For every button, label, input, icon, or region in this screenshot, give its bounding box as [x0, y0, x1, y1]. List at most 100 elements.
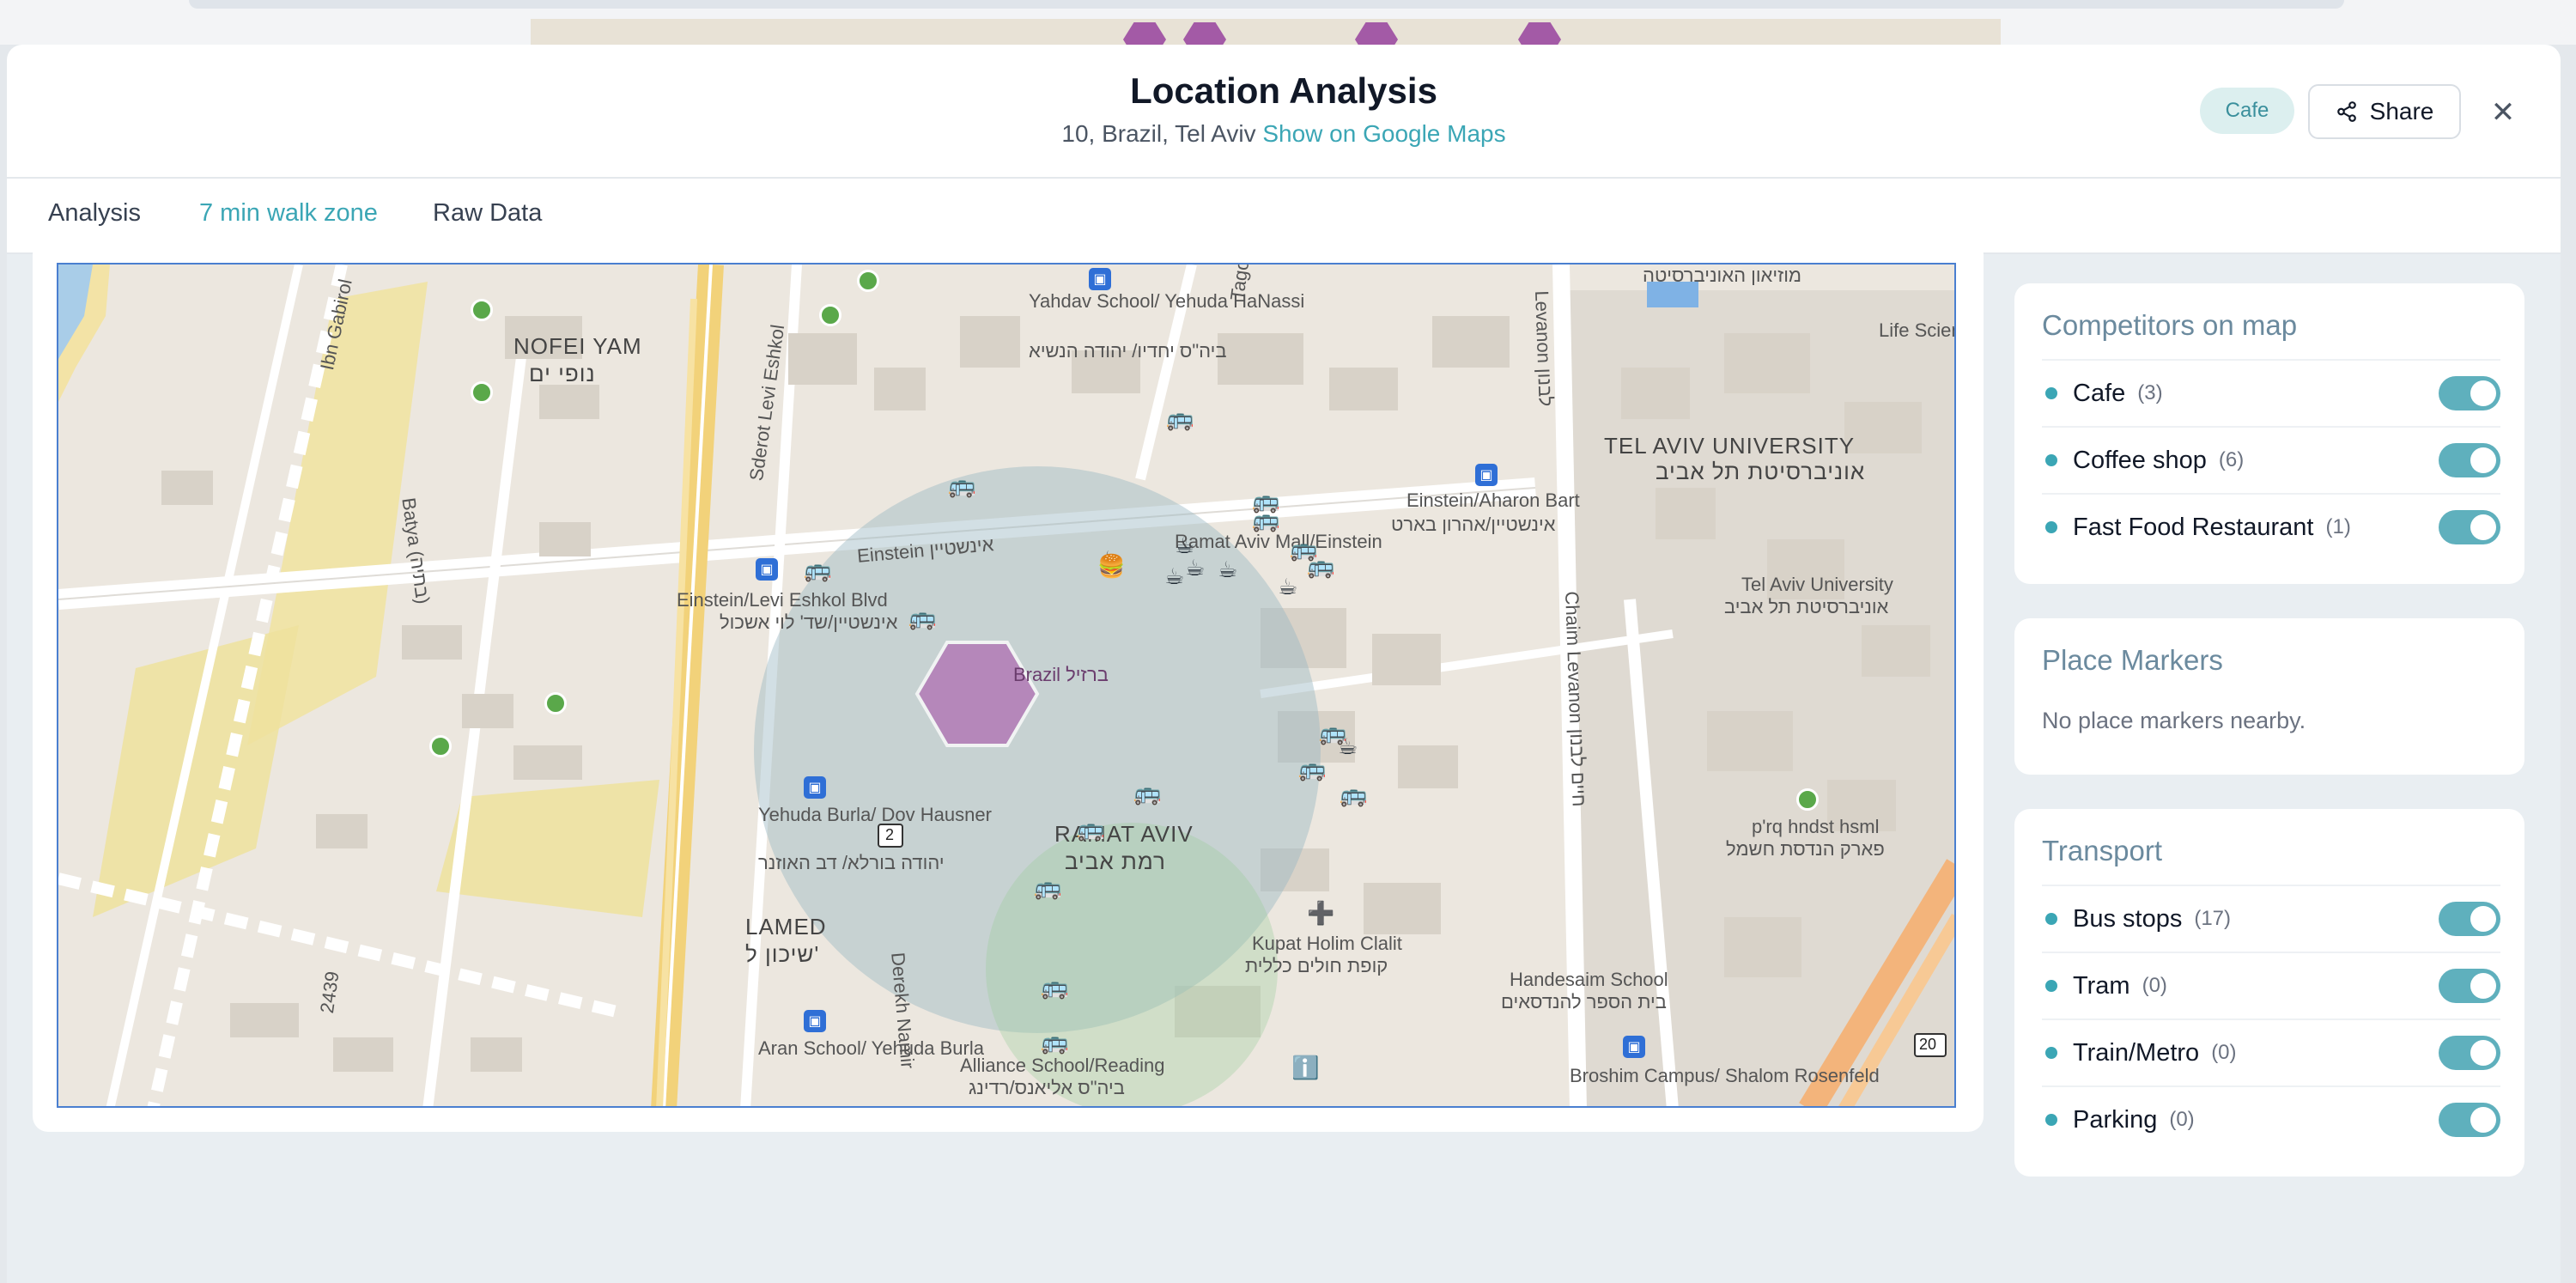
background-hex — [1123, 22, 1166, 45]
tram-toggle[interactable] — [2439, 969, 2500, 1003]
map-label-einstein-aharon-he: אינשטיין/אהרון בארט — [1391, 514, 1556, 535]
competitor-label: Fast Food Restaurant — [2073, 513, 2314, 541]
close-icon: ✕ — [2490, 96, 2516, 129]
coffee-shop-marker[interactable]: ☕ — [1164, 563, 1184, 590]
map-label-nofei-yam: NOFEI YAM — [513, 333, 642, 359]
place-markers-panel: Place Markers No place markers nearby. — [2014, 618, 2524, 775]
legend-dot — [2045, 387, 2057, 399]
map-label-handesaim: Handesaim School — [1510, 969, 1668, 990]
park-icon — [471, 381, 493, 404]
bus-stop-icon[interactable]: ▣ — [804, 1010, 826, 1032]
address-line: 10, Brazil, Tel Aviv Show on Google Maps — [7, 120, 2561, 148]
map-label-broshim: Broshim Campus/ Shalom Rosenfeld — [1570, 1065, 1880, 1086]
bus-stop-icon[interactable]: ▣ — [756, 558, 778, 581]
bus-marker[interactable]: 🚌 — [1298, 756, 1326, 782]
coffee-shop-toggle[interactable] — [2439, 443, 2500, 477]
competitor-row-cafe: Cafe (3) — [2042, 359, 2500, 426]
map-label-tau: TEL AVIV UNIVERSITY — [1604, 433, 1856, 459]
map-canvas — [58, 265, 1954, 1106]
legend-dot — [2045, 1114, 2057, 1126]
cafe-marker[interactable]: ☕ — [1278, 574, 1297, 600]
map-label-handesaim-he: בית הספר להנדסאים — [1501, 991, 1667, 1012]
competitor-row-coffee-shop: Coffee shop (6) — [2042, 426, 2500, 493]
transport-row-parking: Parking (0) — [2042, 1085, 2500, 1152]
background-map — [531, 19, 2001, 45]
background-hex — [1518, 22, 1561, 45]
map-label-alliance: Alliance School/Reading — [960, 1055, 1165, 1076]
coffee-shop-marker[interactable]: ☕ — [1185, 555, 1205, 581]
bus-marker[interactable]: 🚌 — [1041, 1029, 1068, 1055]
bus-marker[interactable]: 🚌 — [1252, 507, 1279, 533]
map-label-ramat-aviv: RAMAT AVIV — [1054, 821, 1194, 847]
map-label-yehuda-burla-he: יהודה בורלא/ דב האוזנר — [758, 852, 945, 873]
map-label-lamed-he: שיכון ל' — [745, 941, 820, 967]
bus-stop-icon[interactable]: ▣ — [1623, 1036, 1645, 1058]
share-label: Share — [2369, 98, 2434, 125]
transport-label: Train/Metro — [2073, 1038, 2200, 1067]
coffee-shop-marker[interactable]: ☕ — [1218, 556, 1237, 583]
map-label-yahdav: Yahdav School/ Yehuda HaNassi — [1029, 290, 1305, 312]
map-label-einstein-stop: Einstein/Levi Eshkol Blvd — [677, 589, 888, 611]
parking-toggle[interactable] — [2439, 1103, 2500, 1137]
bus-stop-icon[interactable]: ▣ — [1475, 464, 1498, 486]
legend-dot — [2045, 1047, 2057, 1059]
fast-food-toggle[interactable] — [2439, 510, 2500, 544]
bus-marker[interactable]: 🚌 — [1133, 780, 1161, 806]
page-title: Location Analysis — [1130, 70, 1437, 111]
park-icon — [429, 735, 452, 757]
map-label-lamed: LAMED — [745, 914, 827, 939]
close-button[interactable]: ✕ — [2480, 89, 2526, 136]
transport-count: (0) — [2211, 1041, 2237, 1064]
map-label-alliance-he: ביה"ס אליאנס/רדינג — [969, 1077, 1125, 1098]
legend-dot — [2045, 913, 2057, 925]
competitors-title: Competitors on map — [2042, 309, 2298, 341]
bus-stop-icon[interactable]: ▣ — [1089, 268, 1111, 290]
cafe-toggle[interactable] — [2439, 376, 2500, 410]
train-metro-toggle[interactable] — [2439, 1036, 2500, 1070]
bus-marker[interactable]: 🚌 — [1319, 720, 1346, 746]
bus-marker[interactable]: 🚌 — [908, 605, 936, 631]
fast-food-marker[interactable]: 🍔 — [1097, 553, 1125, 580]
transport-row-tram: Tram (0) — [2042, 952, 2500, 1018]
background-search-bar — [189, 0, 2344, 9]
competitor-label: Coffee shop — [2073, 446, 2207, 474]
map-label-kupat-holim: Kupat Holim Clalit — [1252, 933, 1402, 954]
transport-count: (17) — [2194, 907, 2232, 930]
transport-label: Tram — [2073, 971, 2130, 1000]
share-button[interactable]: Share — [2308, 84, 2461, 139]
competitor-count: (1) — [2325, 515, 2351, 538]
bus-marker[interactable]: 🚌 — [1077, 816, 1104, 842]
address-text: 10, Brazil, Tel Aviv — [1061, 120, 1256, 147]
map-label-pqrq: p'rq hndst hsml — [1752, 816, 1880, 837]
bus-marker[interactable]: 🚌 — [1340, 781, 1367, 808]
map-view[interactable]: NOFEI YAM נופי ים Ibn Gabirol Einstein א… — [57, 263, 1956, 1108]
bus-marker[interactable]: 🚌 — [1307, 553, 1334, 580]
park-icon — [1796, 788, 1819, 811]
bus-stop-icon[interactable]: ▣ — [804, 776, 826, 799]
map-label-route-20: 20 — [1919, 1036, 1937, 1053]
background-hex — [1183, 22, 1226, 45]
category-badge: Cafe — [2200, 88, 2294, 134]
map-label-tau-he: אוניברסיטת תל אביב — [1656, 459, 1866, 484]
park-icon — [857, 270, 879, 292]
legend-dot — [2045, 980, 2057, 992]
place-markers-title: Place Markers — [2042, 644, 2223, 676]
transport-label: Parking — [2073, 1105, 2158, 1134]
bus-marker[interactable]: 🚌 — [948, 472, 975, 499]
map-label-pqrq-he: פארק הנדסת חשמל — [1726, 838, 1885, 860]
google-maps-link[interactable]: Show on Google Maps — [1262, 120, 1505, 147]
map-label-brazil: Brazil ברזיל — [1013, 664, 1109, 685]
bus-marker[interactable]: 🚌 — [1166, 405, 1194, 432]
bus-marker[interactable]: 🚌 — [1034, 874, 1061, 901]
map-label-aran-school: Aran School/ Yehuda Burla — [758, 1037, 984, 1059]
bus-marker[interactable]: 🚌 — [804, 556, 831, 583]
competitors-panel: Competitors on map Cafe (3) Coffee shop … — [2014, 283, 2524, 584]
bus-marker[interactable]: 🚌 — [1041, 974, 1068, 1000]
map-label-kupat-holim-he: קופת חולים כללית — [1245, 955, 1388, 976]
share-icon — [2336, 101, 2356, 122]
info-icon[interactable]: ℹ️ — [1291, 1055, 1319, 1081]
competitor-count: (6) — [2218, 448, 2245, 471]
park-icon — [819, 304, 841, 326]
bus-stops-toggle[interactable] — [2439, 902, 2500, 936]
map-label-yehuda-burla: Yehuda Burla/ Dov Hausner — [758, 804, 992, 825]
